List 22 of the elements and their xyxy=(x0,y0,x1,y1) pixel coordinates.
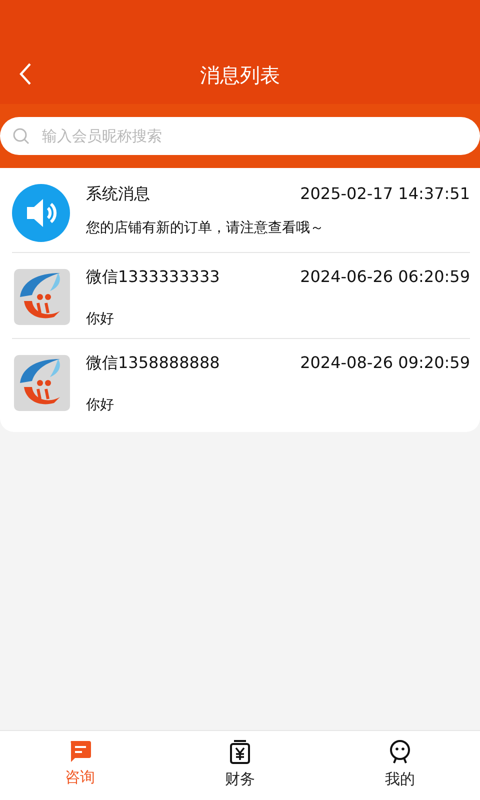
message-preview: 你好 xyxy=(86,396,115,414)
tab-button[interactable]: 咨询 xyxy=(0,731,160,800)
chat-icon xyxy=(68,740,92,762)
message-time: 2025-02-17 14:37:51 xyxy=(300,184,470,205)
logo-icon xyxy=(12,267,70,325)
message-preview: 你好 xyxy=(86,310,115,328)
person-icon xyxy=(389,740,411,764)
tab-button[interactable]: 我的 xyxy=(320,731,480,800)
sender-name: 系统消息 xyxy=(86,184,150,205)
page-title: 消息列表 xyxy=(200,62,280,88)
tab-button[interactable]: 财务 xyxy=(160,731,320,800)
search-field[interactable]: 输入会员昵称搜索 xyxy=(0,117,480,155)
message-time: 2024-06-26 06:20:59 xyxy=(300,267,470,288)
sender-name: 微信1358888888 xyxy=(86,353,220,374)
message-preview: 您的店铺有新的订单，请注意查看哦～ xyxy=(86,219,325,237)
sender-name: 微信1333333333 xyxy=(86,267,220,288)
logo-icon xyxy=(12,353,70,411)
back-icon[interactable] xyxy=(18,62,32,86)
message-time: 2024-08-26 09:20:59 xyxy=(300,353,470,374)
speaker-icon xyxy=(12,184,70,242)
money-jar-icon xyxy=(230,740,250,764)
search-icon xyxy=(12,127,30,145)
